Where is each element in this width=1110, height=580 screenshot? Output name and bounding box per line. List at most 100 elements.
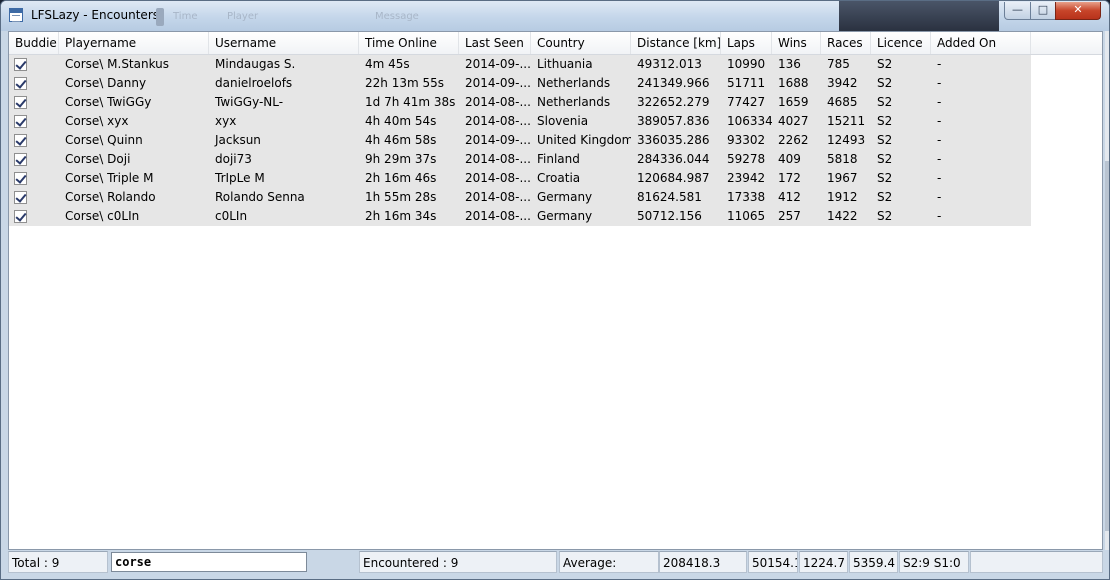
table-row[interactable]: Corse\ Rolando Rolando Senna 1h 55m 28s 201… — [9, 188, 1031, 207]
buddie-checkbox[interactable] — [14, 115, 27, 128]
table-row[interactable]: Corse\ Quinn Jacksun 4h 46m 58s 2014-09-...… — [9, 131, 1031, 150]
column-header-buddie[interactable]: Buddie — [9, 32, 59, 54]
cell-races: 1422 — [827, 209, 858, 223]
encountered-count: Encountered : 9 — [359, 551, 557, 573]
cell-playername: Corse\ Quinn — [65, 133, 143, 147]
cell-last-seen: 2014-08-... — [465, 171, 531, 185]
cell-time-online: 1d 7h 41m 38s — [365, 95, 456, 109]
scrollbar-thumb[interactable] — [1105, 161, 1109, 531]
cell-wins: 4027 — [778, 114, 809, 128]
column-header-laps[interactable]: Laps — [721, 32, 772, 54]
cell-country: Lithuania — [537, 57, 593, 71]
table-row[interactable]: Corse\ Triple M TrIpLe M 2h 16m 46s 2014-08… — [9, 169, 1031, 188]
ghost-label-player: Player — [227, 11, 259, 22]
title-bar[interactable]: LFSLazy - Encounters Time Player Message… — [1, 1, 1109, 31]
maximize-button[interactable]: □ — [1030, 2, 1056, 20]
cell-username: xyx — [215, 114, 237, 128]
cell-time-online: 22h 13m 55s — [365, 76, 444, 90]
minimize-button[interactable]: — — [1004, 2, 1031, 20]
cell-licence: S2 — [877, 190, 893, 204]
cell-country: Netherlands — [537, 76, 611, 90]
filter-input[interactable] — [111, 552, 307, 572]
buddie-checkbox[interactable] — [14, 191, 27, 204]
cell-username: doji73 — [215, 152, 252, 166]
maximize-icon: □ — [1037, 3, 1049, 16]
checkmark-icon — [15, 172, 27, 184]
column-header-playername[interactable]: Playername — [59, 32, 209, 54]
cell-distance: 50712.156 — [637, 209, 702, 223]
window-title: LFSLazy - Encounters — [31, 8, 160, 22]
status-filler — [970, 551, 1103, 573]
cell-time-online: 4h 46m 58s — [365, 133, 437, 147]
cell-wins: 412 — [778, 190, 801, 204]
buddie-checkbox[interactable] — [14, 210, 27, 223]
cell-playername: Corse\ TwiGGy — [65, 95, 152, 109]
cell-races: 4685 — [827, 95, 858, 109]
buddie-checkbox[interactable] — [14, 77, 27, 90]
average-laps: 50154.1 — [748, 551, 798, 573]
cell-licence: S2 — [877, 76, 893, 90]
encounters-list[interactable]: Buddie Playername Username Time Online L… — [8, 31, 1103, 550]
ghost-label-time: Time — [173, 11, 198, 22]
column-header-last-seen[interactable]: Last Seen — [459, 32, 531, 54]
column-header-wins[interactable]: Wins — [772, 32, 821, 54]
cell-time-online: 4h 40m 54s — [365, 114, 437, 128]
table-row[interactable]: Corse\ c0LIn c0LIn 2h 16m 34s 2014-08-... Ge… — [9, 207, 1031, 226]
table-row[interactable]: Corse\ TwiGGy TwiGGy-NL- 1d 7h 41m 38s 2014… — [9, 93, 1031, 112]
cell-last-seen: 2014-08-... — [465, 95, 531, 109]
table-row[interactable]: Corse\ Doji doji73 9h 29m 37s 2014-08-... Fi… — [9, 150, 1031, 169]
table-row[interactable]: Corse\ M.Stankus Mindaugas S. 4m 45s 2014-0… — [9, 55, 1031, 74]
cell-country: Finland — [537, 152, 580, 166]
cell-wins: 136 — [778, 57, 801, 71]
cell-playername: Corse\ Rolando — [65, 190, 156, 204]
cell-licence: S2 — [877, 114, 893, 128]
cell-time-online: 2h 16m 46s — [365, 171, 437, 185]
cell-country: United Kingdom — [537, 133, 631, 147]
buddie-checkbox[interactable] — [14, 134, 27, 147]
cell-added-on: - — [937, 171, 942, 185]
cell-licence: S2 — [877, 171, 893, 185]
cell-time-online: 1h 55m 28s — [365, 190, 437, 204]
cell-playername: Corse\ Danny — [65, 76, 147, 90]
column-header-time-online[interactable]: Time Online — [359, 32, 459, 54]
status-bar: Total : 9 Encountered : 9 Average: 20841… — [8, 551, 1103, 575]
cell-races: 1912 — [827, 190, 858, 204]
buddie-checkbox[interactable] — [14, 58, 27, 71]
cell-added-on: - — [937, 152, 942, 166]
average-wins: 1224.7 — [799, 551, 848, 573]
column-header-licence[interactable]: Licence — [871, 32, 931, 54]
cell-laps: 93302 — [727, 133, 766, 147]
cell-races: 5818 — [827, 152, 858, 166]
column-header-row: Buddie Playername Username Time Online L… — [9, 32, 1102, 55]
cell-added-on: - — [937, 209, 942, 223]
table-row[interactable]: Corse\ Danny danielroelofs 22h 13m 55s 2014… — [9, 74, 1031, 93]
table-row[interactable]: Corse\ xyx xyx 4h 40m 54s 2014-08-... Sloven… — [9, 112, 1031, 131]
column-header-distance[interactable]: Distance [km] — [631, 32, 721, 54]
cell-races: 15211 — [827, 114, 866, 128]
close-button[interactable]: ✕ — [1055, 2, 1101, 20]
column-header-country[interactable]: Country — [531, 32, 631, 54]
buddie-checkbox[interactable] — [14, 153, 27, 166]
ghost-label-message: Message — [375, 11, 419, 22]
cell-licence: S2 — [877, 57, 893, 71]
column-header-username[interactable]: Username — [209, 32, 359, 54]
cell-distance: 336035.286 — [637, 133, 710, 147]
cell-races: 3942 — [827, 76, 858, 90]
cell-wins: 409 — [778, 152, 801, 166]
cell-races: 1967 — [827, 171, 858, 185]
vertical-scrollbar[interactable] — [1105, 31, 1109, 550]
buddie-checkbox[interactable] — [14, 172, 27, 185]
cell-time-online: 4m 45s — [365, 57, 410, 71]
buddie-checkbox[interactable] — [14, 96, 27, 109]
cell-laps: 77427 — [727, 95, 766, 109]
cell-distance: 284336.044 — [637, 152, 710, 166]
cell-username: Mindaugas S. — [215, 57, 296, 71]
app-window-icon[interactable] — [9, 8, 23, 22]
cell-added-on: - — [937, 76, 942, 90]
cell-country: Germany — [537, 209, 593, 223]
cell-races: 12493 — [827, 133, 866, 147]
column-header-added-on[interactable]: Added On — [931, 32, 1031, 54]
column-header-races[interactable]: Races — [821, 32, 871, 54]
cell-country: Germany — [537, 190, 593, 204]
cell-distance: 389057.836 — [637, 114, 710, 128]
